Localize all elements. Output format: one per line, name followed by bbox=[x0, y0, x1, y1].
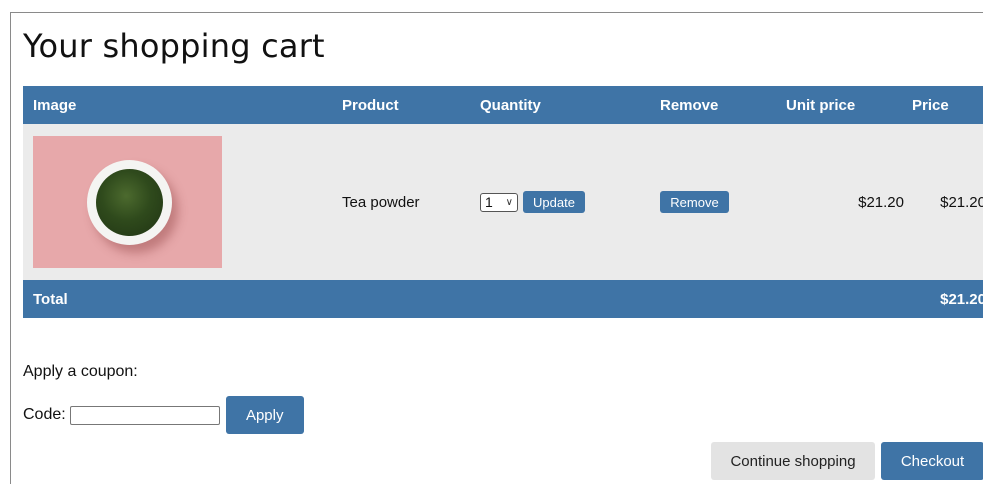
coupon-form: Code: Apply bbox=[23, 396, 304, 434]
unit-price: $21.20 bbox=[858, 193, 904, 211]
product-name: Tea powder bbox=[342, 193, 420, 211]
product-image bbox=[33, 136, 222, 268]
total-row: Total $21.20 bbox=[23, 280, 983, 318]
column-header-product: Product bbox=[342, 96, 399, 114]
cart-page: Your shopping cart Image Product Quantit… bbox=[10, 12, 983, 484]
remove-button[interactable]: Remove bbox=[660, 191, 729, 213]
update-button[interactable]: Update bbox=[523, 191, 585, 213]
chevron-down-icon: ∨ bbox=[505, 196, 513, 208]
column-header-unit-price: Unit price bbox=[786, 96, 856, 114]
quantity-controls: 1 ∨ Update bbox=[480, 191, 660, 213]
item-image-cell bbox=[23, 124, 342, 280]
checkout-button[interactable]: Checkout bbox=[881, 442, 983, 480]
coupon-heading: Apply a coupon: bbox=[23, 363, 138, 380]
column-header-remove: Remove bbox=[660, 96, 719, 114]
table-header-row: Image Product Quantity Remove Unit price… bbox=[23, 86, 983, 124]
cart-actions: Continue shopping Checkout bbox=[711, 442, 983, 480]
page-title: Your shopping cart bbox=[23, 27, 325, 65]
bowl-shape bbox=[87, 160, 172, 245]
line-price: $21.20 bbox=[940, 193, 983, 211]
total-label: Total bbox=[33, 290, 68, 308]
column-header-price: Price bbox=[912, 96, 949, 114]
cart-table: Image Product Quantity Remove Unit price… bbox=[23, 86, 983, 318]
apply-coupon-button[interactable]: Apply bbox=[225, 396, 304, 434]
tea-powder-shape bbox=[96, 169, 163, 236]
column-header-quantity: Quantity bbox=[480, 96, 541, 114]
column-header-image: Image bbox=[33, 96, 77, 114]
code-label: Code: bbox=[23, 406, 66, 423]
table-row: Tea powder 1 ∨ Update Remove $21.20 $21.… bbox=[23, 124, 983, 280]
total-value: $21.20 bbox=[940, 290, 983, 308]
remove-cell: Remove bbox=[660, 124, 786, 280]
quantity-value: 1 bbox=[485, 194, 493, 210]
quantity-select[interactable]: 1 ∨ bbox=[480, 192, 518, 212]
coupon-code-input[interactable] bbox=[69, 405, 220, 425]
continue-shopping-button[interactable]: Continue shopping bbox=[711, 442, 875, 480]
quantity-cell: 1 ∨ Update bbox=[480, 124, 660, 280]
